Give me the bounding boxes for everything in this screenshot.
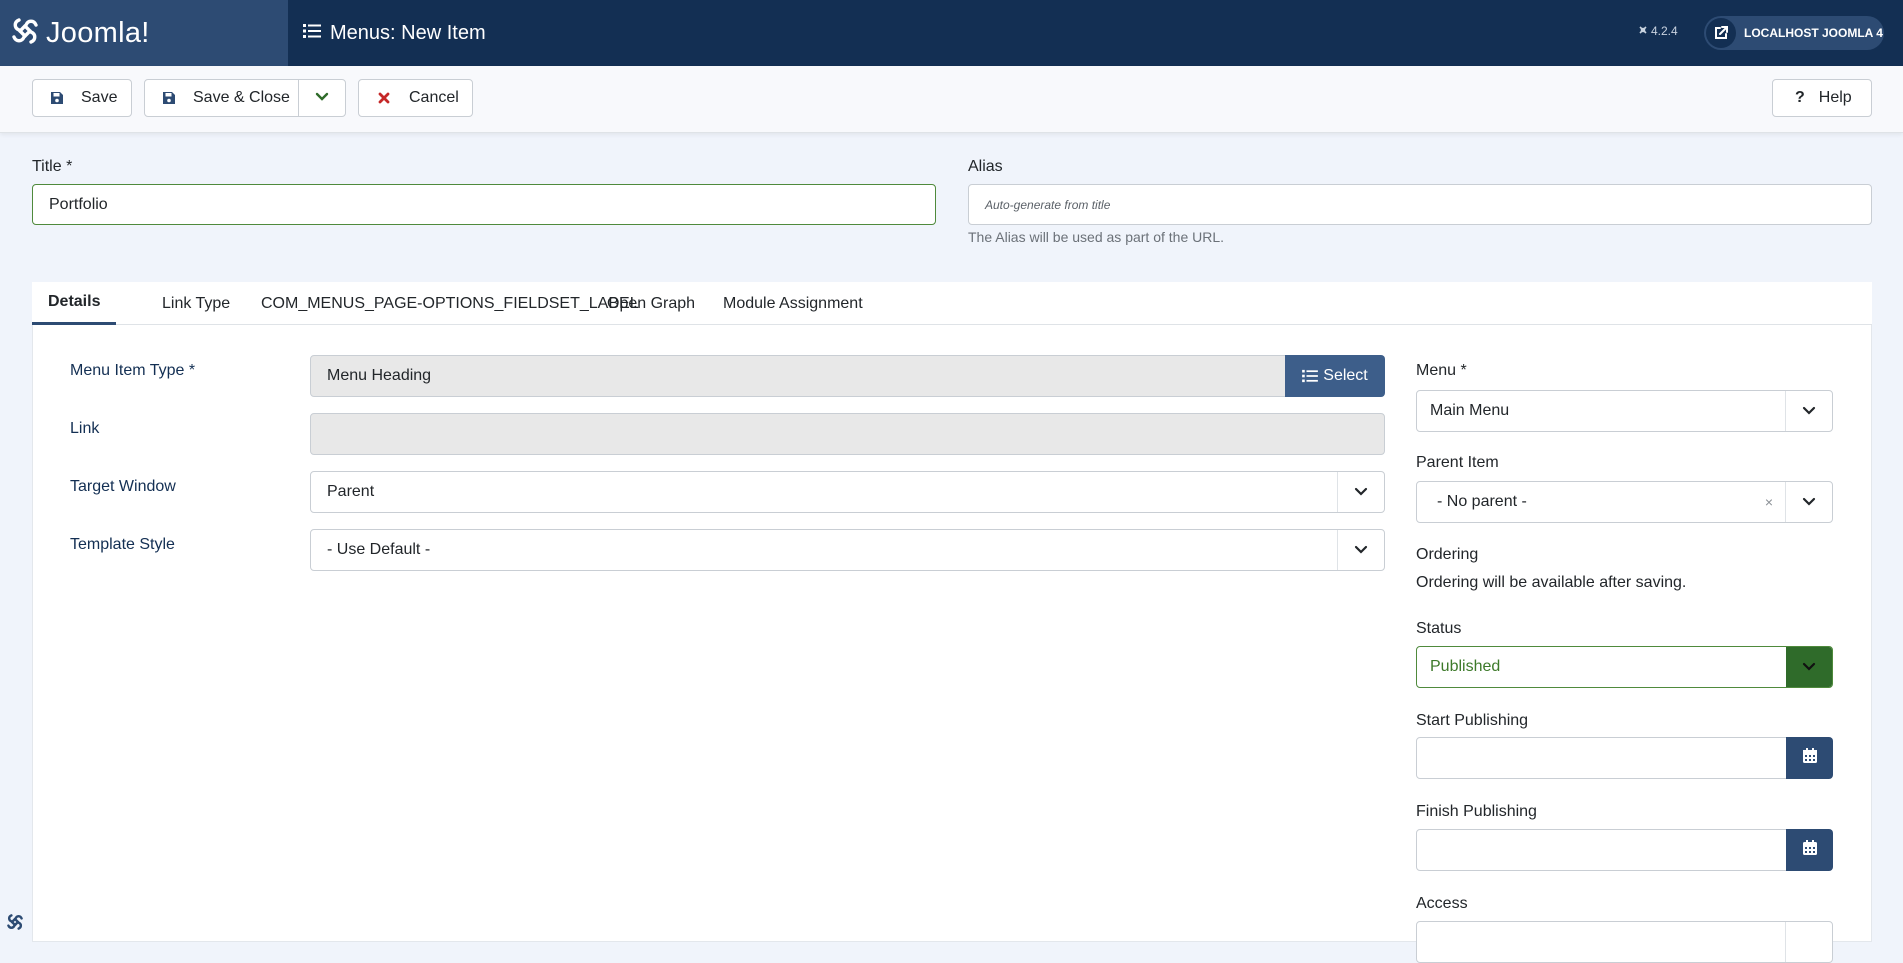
chevron-down-icon xyxy=(1337,472,1384,512)
select-label: Select xyxy=(1323,367,1368,384)
save-label: Save xyxy=(81,89,118,106)
save-button[interactable]: Save xyxy=(32,79,132,117)
save-close-label: Save & Close xyxy=(193,89,290,106)
alias-input[interactable]: Auto-generate from title xyxy=(968,184,1872,225)
save-icon xyxy=(162,91,176,105)
start-publishing-label: Start Publishing xyxy=(1416,712,1529,729)
version-info: 4.2.4 xyxy=(1638,24,1678,38)
joomla-logo[interactable]: Joomla! xyxy=(0,0,288,66)
save-options-dropdown-button[interactable] xyxy=(298,79,346,117)
chevron-down-icon xyxy=(1786,647,1832,687)
menu-label: Menu * xyxy=(1416,362,1467,379)
help-label: Help xyxy=(1818,89,1852,106)
title-input[interactable]: Portfolio xyxy=(32,184,936,225)
finish-publishing-input[interactable] xyxy=(1416,829,1788,871)
version-text: 4.2.4 xyxy=(1651,24,1678,38)
joomla-small-icon xyxy=(1638,24,1648,38)
target-window-select[interactable]: Parent xyxy=(310,471,1385,513)
start-publishing-input[interactable] xyxy=(1416,737,1788,779)
list-icon xyxy=(303,22,321,45)
menu-select[interactable]: Main Menu xyxy=(1416,390,1833,432)
ordering-label: Ordering xyxy=(1416,546,1479,563)
ordering-note: Ordering will be available after saving. xyxy=(1416,574,1687,591)
site-link-label: LOCALHOST JOOMLA 4 xyxy=(1744,26,1883,40)
chevron-down-icon xyxy=(1337,530,1384,570)
status-select[interactable]: Published xyxy=(1416,646,1833,688)
start-publishing-calendar-button[interactable] xyxy=(1786,737,1833,779)
calendar-icon xyxy=(1802,840,1817,860)
link-label: Link xyxy=(70,420,100,437)
status-label: Status xyxy=(1416,620,1462,637)
link-field xyxy=(310,413,1385,455)
template-style-label: Template Style xyxy=(70,536,175,553)
cancel-button[interactable]: Cancel xyxy=(358,79,473,117)
clear-icon[interactable]: × xyxy=(1765,494,1773,510)
select-menu-item-type-button[interactable]: Select xyxy=(1285,355,1385,397)
cancel-label: Cancel xyxy=(409,89,459,106)
tab-details[interactable]: Details xyxy=(32,282,117,325)
close-icon xyxy=(378,92,390,104)
chevron-down-icon xyxy=(1785,391,1832,431)
access-label: Access xyxy=(1416,895,1468,912)
status-value: Published xyxy=(1430,658,1501,675)
calendar-icon xyxy=(1802,748,1817,768)
target-window-label: Target Window xyxy=(70,478,176,495)
page-title-text: Menus: New Item xyxy=(330,21,486,44)
tab-open-graph[interactable]: Open Graph xyxy=(591,282,711,325)
menu-item-type-label: Menu Item Type * xyxy=(70,362,196,379)
tab-module-assignment[interactable]: Module Assignment xyxy=(707,282,879,325)
parent-item-select[interactable]: - No parent - × xyxy=(1416,481,1833,523)
save-icon xyxy=(50,91,64,105)
menu-value: Main Menu xyxy=(1430,402,1510,419)
alias-hint: The Alias will be used as part of the UR… xyxy=(968,229,1225,245)
target-window-value: Parent xyxy=(327,483,375,500)
menu-item-type-value: Menu Heading xyxy=(327,367,432,384)
question-icon: ? xyxy=(1795,89,1805,106)
template-style-select[interactable]: - Use Default - xyxy=(310,529,1385,571)
finish-publishing-calendar-button[interactable] xyxy=(1786,829,1833,871)
chevron-down-icon xyxy=(315,89,329,107)
joomla-footer-icon xyxy=(0,909,30,934)
alias-label: Alias xyxy=(968,158,1003,175)
toolbar: Save Save & Close Cancel ? Help xyxy=(0,66,1903,133)
help-button[interactable]: ? Help xyxy=(1772,79,1872,117)
menu-item-type-field: Menu Heading xyxy=(310,355,1286,397)
template-style-value: - Use Default - xyxy=(327,541,431,558)
chevron-down-icon xyxy=(1785,482,1832,522)
list-icon xyxy=(1302,369,1319,383)
title-label: Title * xyxy=(32,158,73,175)
tab-bar: Details Link Type COM_MENUS_PAGE-OPTIONS… xyxy=(32,282,1872,325)
site-link-button[interactable]: LOCALHOST JOOMLA 4 xyxy=(1704,16,1884,50)
joomla-logo-text: Joomla! xyxy=(46,16,150,49)
joomla-logo-icon xyxy=(10,16,40,51)
finish-publishing-label: Finish Publishing xyxy=(1416,803,1537,820)
tab-link-type[interactable]: Link Type xyxy=(146,282,246,325)
save-close-button[interactable]: Save & Close xyxy=(144,79,299,117)
access-select[interactable] xyxy=(1416,921,1833,963)
external-link-icon xyxy=(1706,18,1736,48)
parent-item-label: Parent Item xyxy=(1416,454,1499,471)
page-title: Menus: New Item xyxy=(303,0,486,66)
chevron-down-icon xyxy=(1785,922,1832,962)
top-header: Joomla! Menus: New Item 4.2.4 LOCALHOST … xyxy=(0,0,1903,66)
parent-item-value: - No parent - xyxy=(1437,493,1527,510)
